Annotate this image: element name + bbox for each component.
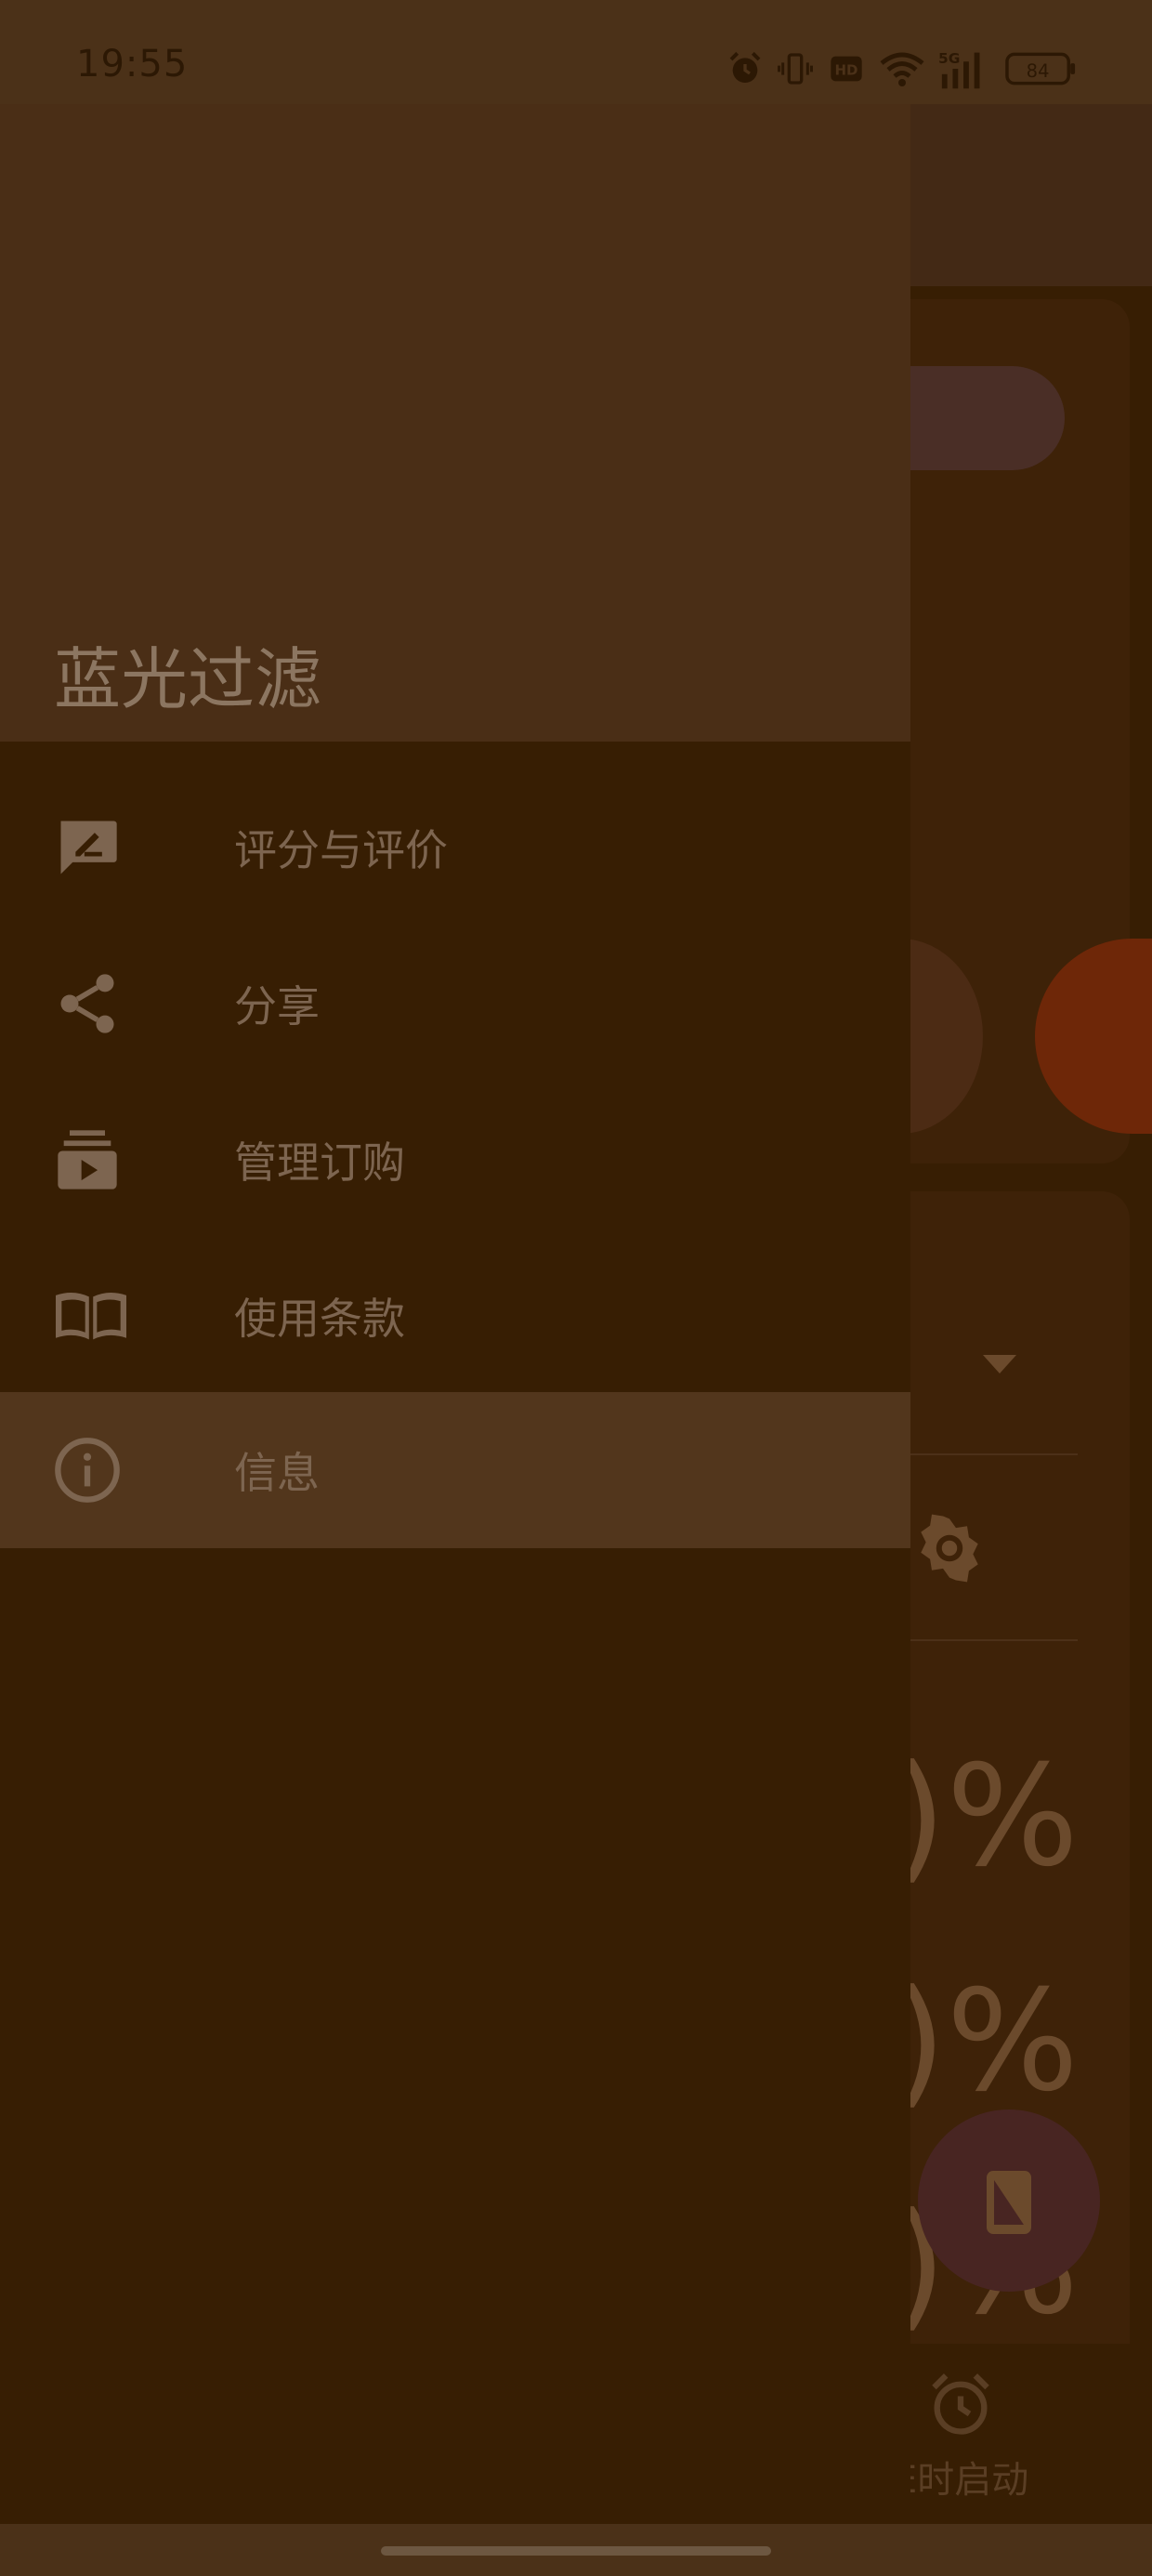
timer-label: E时启动	[894, 2459, 1029, 2502]
percent-value: )%	[892, 1736, 1080, 1898]
drawer-header: 蓝光过滤	[0, 104, 910, 742]
status-time: 19:55	[76, 43, 189, 85]
menu-item-subscriptions[interactable]: 管理订购	[0, 1082, 910, 1238]
subscriptions-icon	[58, 1130, 117, 1189]
menu-item-label: 分享	[234, 981, 320, 1032]
filter-toggle-pill	[910, 366, 1065, 470]
svg-text:5G: 5G	[938, 50, 960, 67]
svg-text:84: 84	[1027, 60, 1050, 82]
menu-item-label: 信息	[234, 1448, 320, 1498]
fab-button[interactable]	[918, 2109, 1100, 2292]
alarm-icon	[729, 51, 761, 83]
divider	[910, 1639, 1078, 1641]
dropdown-arrow-icon	[983, 1355, 1016, 1373]
brightness-icon	[921, 1514, 978, 1583]
navigation-drawer: 蓝光过滤 评分与评价 分享 管理订购 使用条款 信息	[0, 104, 910, 2524]
navigation-bar	[0, 2524, 1152, 2576]
phone-filter-icon	[987, 2171, 1031, 2234]
status-icons: HD 5G 84	[727, 48, 1078, 89]
timer-icon	[932, 2373, 989, 2435]
menu-item-info[interactable]: 信息	[0, 1392, 910, 1548]
wifi-icon	[880, 52, 924, 86]
battery-icon: 84	[1005, 52, 1076, 85]
menu-item-label: 使用条款	[234, 1294, 405, 1344]
rate-review-icon	[60, 821, 117, 874]
vibrate-icon	[778, 53, 813, 85]
5g-signal-icon: 5G	[938, 50, 980, 89]
book-icon	[56, 1293, 126, 1340]
home-gesture-handle[interactable]	[381, 2546, 771, 2556]
menu-item-share[interactable]: 分享	[0, 926, 910, 1082]
menu-item-label: 评分与评价	[234, 825, 448, 875]
app-toolbar	[910, 104, 1152, 286]
hd-icon: HD	[831, 56, 862, 82]
menu-item-label: 管理订购	[234, 1137, 405, 1188]
menu-item-rate-review[interactable]: 评分与评价	[0, 769, 910, 926]
divider	[910, 1453, 1078, 1455]
info-icon	[55, 1438, 120, 1503]
status-bar: 19:55 HD 5G 84	[0, 0, 1152, 104]
drawer-title: 蓝光过滤	[54, 640, 322, 718]
share-icon	[60, 974, 114, 1033]
menu-item-terms[interactable]: 使用条款	[0, 1238, 910, 1394]
svg-text:HD: HD	[834, 62, 857, 79]
percent-value: )%	[892, 1961, 1080, 2123]
